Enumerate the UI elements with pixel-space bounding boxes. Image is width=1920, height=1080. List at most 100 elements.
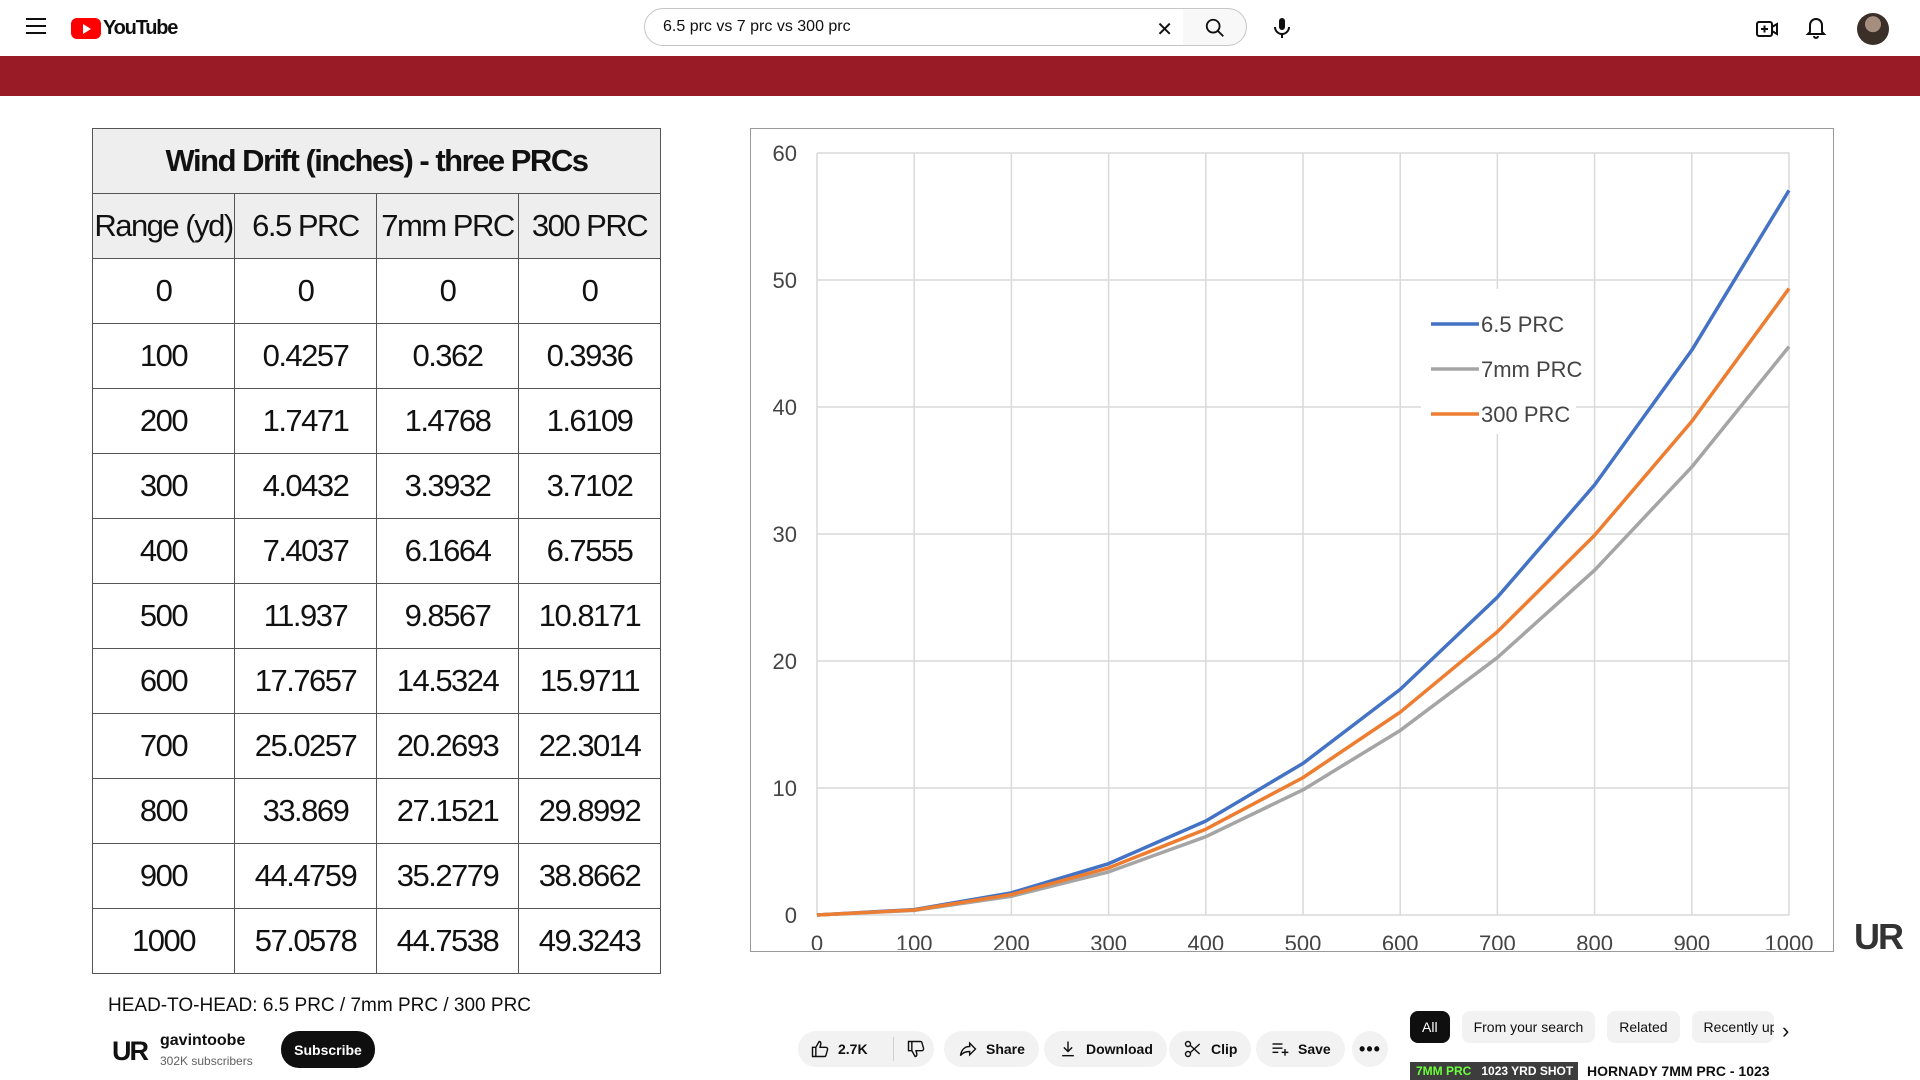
table-cell: 9.8567 (376, 583, 519, 649)
thumbnail-text: 7MM PRC (1416, 1064, 1472, 1078)
table-cell: 1.4768 (376, 388, 519, 454)
table-cell: 800 (92, 778, 235, 844)
like-dislike-group: 2.7K (798, 1031, 934, 1067)
y-tick-label: 40 (773, 395, 797, 420)
notifications-button[interactable] (1803, 14, 1829, 40)
table-cell: 11.937 (234, 583, 377, 649)
logo-text: YouTube (103, 16, 178, 39)
save-to-playlist-icon (1272, 1043, 1289, 1056)
x-tick-label: 500 (1285, 931, 1322, 950)
voice-search-button[interactable] (1262, 8, 1302, 48)
search-button[interactable] (1183, 8, 1247, 46)
dislike-button[interactable] (894, 1039, 934, 1059)
chip-recently-uploaded[interactable]: Recently up (1691, 1011, 1774, 1043)
recommended-video-title[interactable]: HORNADY 7MM PRC - 1023 (1587, 1063, 1770, 1079)
scissors-icon (1184, 1040, 1201, 1058)
table-row: 800 33.869 27.1521 29.8992 (92, 778, 661, 844)
table-cell: 17.7657 (234, 648, 377, 714)
menu-icon[interactable] (26, 18, 46, 34)
table-row: 200 1.7471 1.4768 1.6109 (92, 388, 661, 454)
share-icon (959, 1041, 977, 1057)
table-row: 500 11.937 9.8567 10.8171 (92, 583, 661, 649)
x-tick-label: 1000 (1765, 931, 1814, 950)
table-row: 400 7.4037 6.1664 6.7555 (92, 518, 661, 584)
table-cell: 100 (92, 323, 235, 389)
subscribe-button[interactable]: Subscribe (281, 1031, 375, 1068)
table-cell: 0 (376, 258, 519, 324)
recommended-video-thumbnail[interactable]: 7MM PRC 1023 YRD SHOT (1410, 1062, 1578, 1080)
microphone-icon (1274, 18, 1290, 38)
table-cell: 15.9711 (518, 648, 661, 714)
channel-avatar[interactable]: UR (112, 1036, 149, 1067)
table-cell: 44.4759 (234, 843, 377, 909)
table-row: 300 4.0432 3.3932 3.7102 (92, 453, 661, 519)
clear-search-icon[interactable]: ✕ (1156, 17, 1173, 42)
x-tick-label: 100 (896, 931, 933, 950)
chip-related[interactable]: Related (1607, 1011, 1680, 1043)
x-tick-label: 400 (1187, 931, 1224, 950)
table-header-cell: 6.5 PRC (234, 193, 377, 259)
youtube-logo[interactable]: YouTube (71, 16, 178, 39)
legend-label: 300 PRC (1481, 402, 1570, 427)
top-bar: YouTube ✕ (0, 0, 1920, 56)
download-label: Download (1086, 1041, 1153, 1057)
table-cell: 33.869 (234, 778, 377, 844)
y-tick-label: 20 (773, 649, 797, 674)
table-cell: 57.0578 (234, 908, 377, 974)
table-cell: 7.4037 (234, 518, 377, 584)
chip-from-your-search[interactable]: From your search (1461, 1011, 1596, 1043)
more-icon: ••• (1359, 1038, 1381, 1059)
table-cell: 0.4257 (234, 323, 377, 389)
share-button[interactable]: Share (944, 1031, 1039, 1067)
table-row: 1000 57.0578 44.7538 49.3243 (92, 908, 661, 974)
table-cell: 1.7471 (234, 388, 377, 454)
create-video-icon (1756, 21, 1778, 37)
wind-drift-chart: 01020304050600 100 200 300 400 500 600 700 800 90… (773, 141, 1814, 956)
table-row: 100 0.4257 0.362 0.3936 (92, 323, 661, 389)
save-button[interactable]: Save (1256, 1031, 1345, 1067)
bell-icon (1805, 18, 1827, 39)
table-cell: 1.6109 (518, 388, 661, 454)
table-cell: 4.0432 (234, 453, 377, 519)
table-cell: 25.0257 (234, 713, 377, 779)
chart-frame: 0 10 20 30 40 50 60 0 100 200 300 400 500 600 700 800 90… (750, 128, 1834, 956)
like-button[interactable]: 2.7K (798, 1037, 894, 1061)
table-row: 600 17.7657 14.5324 15.9711 (92, 648, 661, 714)
table-cell: 0 (518, 258, 661, 324)
x-tick-label: 800 (1576, 931, 1613, 950)
search-input[interactable] (661, 17, 1125, 37)
table-cell: 0 (234, 258, 377, 324)
y-tick-label: 60 (773, 141, 797, 166)
clip-button[interactable]: Clip (1169, 1031, 1252, 1067)
table-cell: 27.1521 (376, 778, 519, 844)
y-tick-label: 10 (773, 776, 797, 801)
chevron-right-icon[interactable]: › (1782, 1018, 1789, 1044)
table-cell: 10.8171 (518, 583, 661, 649)
youtube-play-icon (71, 17, 101, 39)
table-cell: 200 (92, 388, 235, 454)
video-top-banner (0, 56, 1920, 96)
thumbs-down-icon (907, 1040, 925, 1058)
table-cell: 0.3936 (518, 323, 661, 389)
table-row: 0000 (92, 258, 661, 324)
y-tick-label: 50 (773, 268, 797, 293)
save-label: Save (1298, 1041, 1331, 1057)
table-header-cell: 300 PRC (518, 193, 661, 259)
video-title: HEAD-TO-HEAD: 6.5 PRC / 7mm PRC / 300 PR… (108, 995, 532, 1016)
table-header-cell: Range (yd) (92, 193, 235, 259)
table-title: Wind Drift (inches) - three PRCs (92, 128, 661, 194)
table-cell: 300 (92, 453, 235, 519)
channel-name[interactable]: gavintoobe (160, 1032, 245, 1050)
create-button[interactable] (1754, 16, 1780, 42)
table-header-cell: 7mm PRC (376, 193, 519, 259)
chip-all[interactable]: All (1410, 1011, 1450, 1043)
x-tick-label: 600 (1382, 931, 1419, 950)
x-tick-label: 200 (993, 931, 1030, 950)
user-avatar[interactable] (1857, 13, 1889, 45)
search-box[interactable]: ✕ (644, 8, 1184, 46)
channel-watermark: UR (1854, 916, 1904, 957)
more-actions-button[interactable]: ••• (1352, 1031, 1388, 1067)
download-button[interactable]: Download (1044, 1031, 1167, 1067)
table-cell: 600 (92, 648, 235, 714)
table-cell: 3.3932 (376, 453, 519, 519)
